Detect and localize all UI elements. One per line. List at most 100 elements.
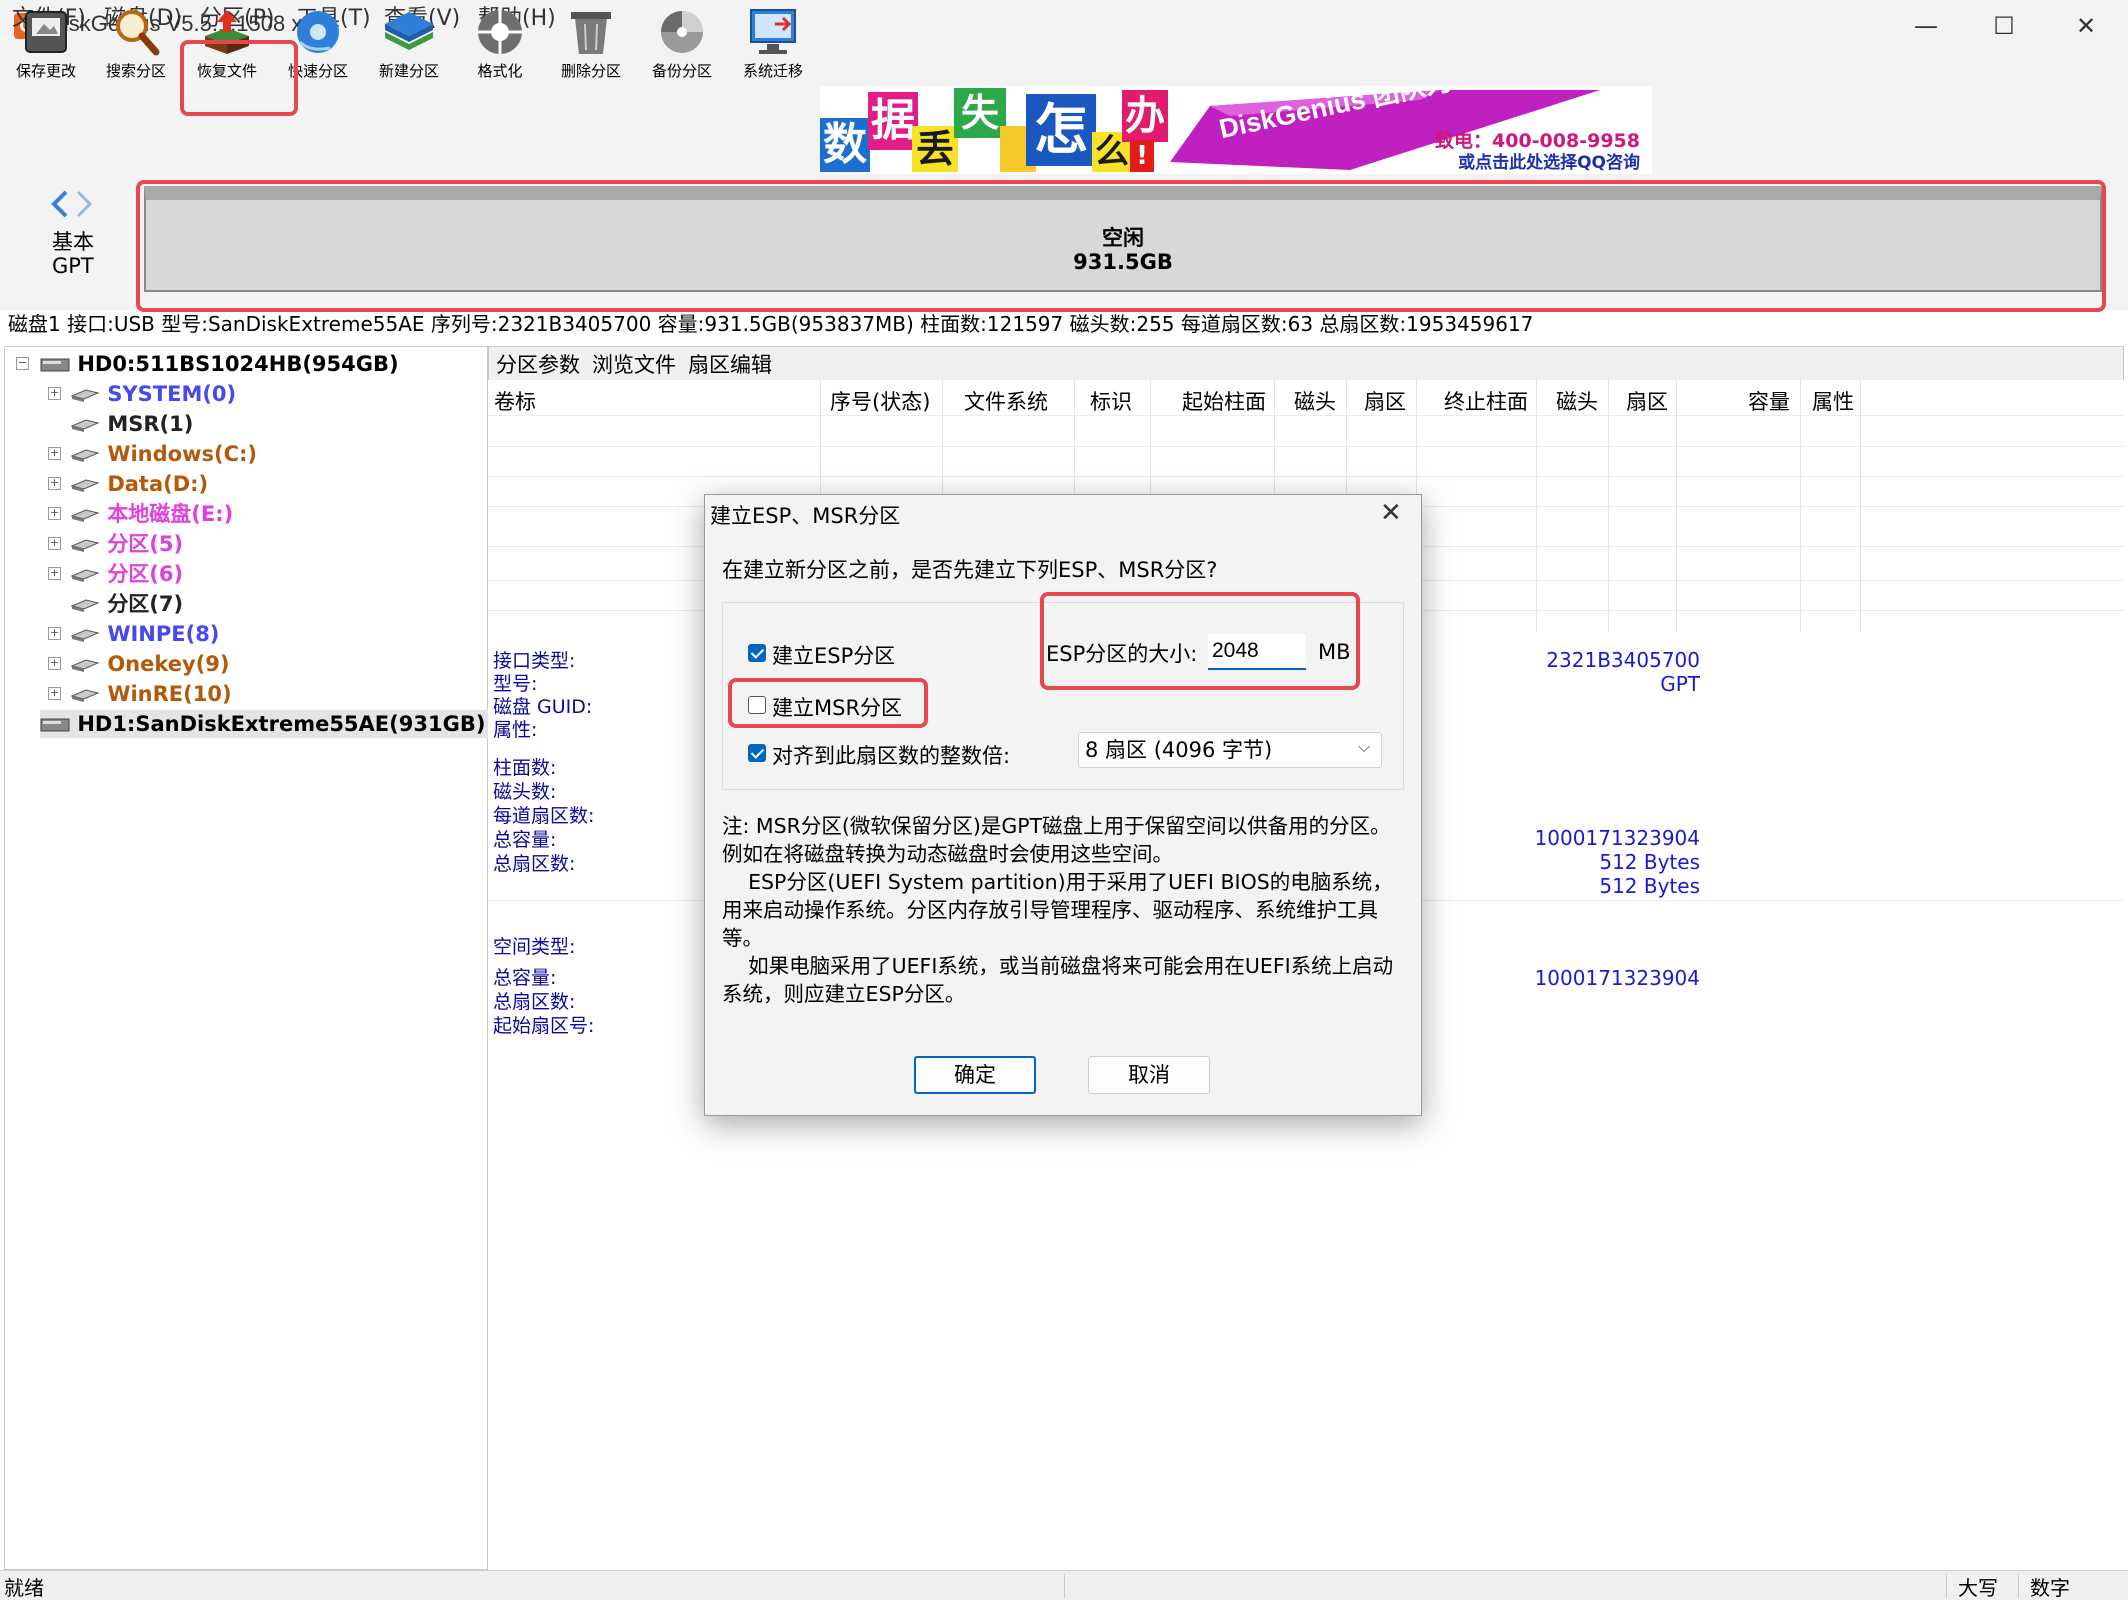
column-header-end-sector[interactable]: 扇区 [1626, 386, 1668, 416]
tab-sector-edit[interactable]: 扇区编辑 [688, 350, 772, 380]
tree-partition-item[interactable]: 分区(7) [70, 590, 183, 618]
expand-toggle[interactable]: + [48, 507, 61, 520]
disk-nav-arrows[interactable] [50, 190, 94, 225]
maximize-button[interactable]: ☐ [1984, 8, 2024, 44]
migrate-icon [750, 9, 796, 54]
partition-icon [70, 629, 100, 642]
tree-partition-item[interactable]: Data(D:) [70, 470, 208, 498]
tree-partition-item[interactable]: Onekey(9) [70, 650, 230, 678]
ad-banner[interactable]: 数 据 丢 失 怎 么 办 ! DiskGenius 团队为您服务 致电：400… [820, 86, 1652, 174]
new-partition-button[interactable]: 新建分区 [364, 0, 454, 88]
banner-char: 失 [954, 88, 1006, 138]
column-header-attributes[interactable]: 属性 [1812, 386, 1854, 416]
partition-icon [70, 509, 100, 522]
detail-label: 每道扇区数: [493, 805, 595, 827]
backup-partition-button[interactable]: 备份分区 [637, 0, 727, 88]
note-line: 系统，则应建立ESP分区。 [722, 982, 966, 1006]
dialog-prompt: 在建立新分区之前，是否先建立下列ESP、MSR分区? [722, 558, 1218, 582]
chevron-down-icon: ⌵ [1358, 737, 1371, 756]
collapse-toggle[interactable]: − [16, 357, 29, 370]
tab-partition-params[interactable]: 分区参数 [496, 350, 580, 380]
column-header-volume[interactable]: 卷标 [494, 386, 536, 416]
chevron-left-right-icon [51, 190, 93, 218]
quick-partition-icon [297, 11, 339, 53]
column-header-end-cylinder[interactable]: 终止柱面 [1444, 386, 1528, 416]
close-window-button[interactable]: ✕ [2066, 8, 2106, 44]
column-header-end-head[interactable]: 磁头 [1556, 386, 1598, 416]
tree-partition-item[interactable]: 分区(5) [70, 530, 183, 558]
align-checkbox[interactable] [748, 744, 766, 762]
partition-icon [70, 449, 100, 462]
partition-icon [70, 599, 100, 612]
column-divider [1676, 380, 1677, 632]
search-partition-button[interactable]: 搜索分区 [91, 0, 181, 88]
table-row[interactable] [488, 446, 2124, 447]
esp-checkbox[interactable] [748, 644, 766, 662]
num-lock-indicator: 数字 [2030, 1576, 2070, 1600]
disk-icon [40, 358, 70, 372]
detail-label: 总扇区数: [493, 853, 576, 875]
tree-partition-item[interactable]: SYSTEM(0) [70, 380, 236, 408]
detail-label: 磁头数: [493, 781, 557, 803]
cancel-button[interactable]: 取消 [1088, 1056, 1210, 1094]
dialog-close-icon[interactable]: ✕ [1380, 498, 1402, 528]
column-header-index[interactable]: 序号(状态) [830, 386, 930, 416]
tree-partition-item[interactable]: 分区(6) [70, 560, 183, 588]
search-icon [116, 10, 160, 56]
detail-value: 2321B3405700 [1546, 648, 1700, 672]
tree-partition-item[interactable]: WINPE(8) [70, 620, 219, 648]
tree-partition-item[interactable]: 本地磁盘(E:) [70, 500, 233, 528]
column-header-capacity[interactable]: 容量 [1748, 386, 1790, 416]
esp-checkbox-label[interactable]: 建立ESP分区 [772, 640, 895, 670]
partition-icon [70, 659, 100, 672]
detail-label: 总容量: [493, 829, 557, 851]
delete-icon [571, 12, 611, 54]
minimize-button[interactable]: — [1906, 8, 1946, 44]
note-line: 等。 [722, 926, 763, 950]
expand-toggle[interactable]: + [48, 537, 61, 550]
detail-label: 总扇区数: [493, 991, 576, 1013]
tree-partition-item[interactable]: Windows(C:) [70, 440, 257, 468]
tab-browse-files[interactable]: 浏览文件 [592, 350, 676, 380]
banner-char: 丢 [912, 126, 958, 172]
tree-partition-item[interactable]: MSR(1) [70, 410, 193, 438]
expand-toggle[interactable]: + [48, 477, 61, 490]
column-header-head[interactable]: 磁头 [1294, 386, 1336, 416]
column-header-sector[interactable]: 扇区 [1364, 386, 1406, 416]
partition-icon [70, 569, 100, 582]
detail-label: 总容量: [493, 967, 557, 989]
disk-icon [40, 718, 70, 732]
column-header-id[interactable]: 标识 [1090, 386, 1132, 416]
format-button[interactable]: 格式化 [455, 0, 545, 88]
save-icon [25, 11, 67, 53]
toolbar-label: 删除分区 [560, 62, 621, 80]
details-values-geometry: 1000171323904 512 Bytes 512 Bytes [1400, 826, 1700, 898]
expand-toggle[interactable]: + [48, 447, 61, 460]
highlight-msr-checkbox [728, 678, 928, 728]
tree-partition-item[interactable]: WinRE(10) [70, 680, 232, 708]
banner-char: 办 [1122, 90, 1168, 142]
toolbar-label: 新建分区 [378, 62, 439, 80]
tree-disk-0[interactable]: HD0:511BS1024HB(954GB) [40, 350, 399, 378]
column-header-filesystem[interactable]: 文件系统 [964, 386, 1048, 416]
expand-toggle[interactable]: + [48, 687, 61, 700]
column-divider [1800, 380, 1801, 632]
tree-disk-1[interactable]: HD1:SanDiskExtreme55AE(931GB) [40, 710, 490, 738]
save-changes-button[interactable]: 保存更改 [1, 0, 91, 88]
expand-toggle[interactable]: + [48, 627, 61, 640]
banner-qq-link[interactable]: 或点击此处选择QQ咨询 [1458, 148, 1640, 173]
ok-button[interactable]: 确定 [914, 1056, 1036, 1094]
expand-toggle[interactable]: + [48, 567, 61, 580]
detail-label: 空间类型: [493, 936, 576, 958]
delete-partition-button[interactable]: 删除分区 [546, 0, 636, 88]
system-migration-button[interactable]: 系统迁移 [728, 0, 818, 88]
align-checkbox-label[interactable]: 对齐到此扇区数的整数倍: [772, 740, 1010, 770]
detail-value: 512 Bytes [1599, 850, 1700, 874]
expand-toggle[interactable]: + [48, 387, 61, 400]
tree-partition-label: Windows(C:) [107, 442, 257, 466]
expand-toggle[interactable]: + [48, 657, 61, 670]
detail-value: 1000171323904 [1534, 826, 1700, 850]
table-row[interactable] [488, 476, 2124, 477]
column-header-start-cylinder[interactable]: 起始柱面 [1182, 386, 1266, 416]
align-sector-select[interactable]: 8 扇区 (4096 字节) [1078, 732, 1382, 768]
